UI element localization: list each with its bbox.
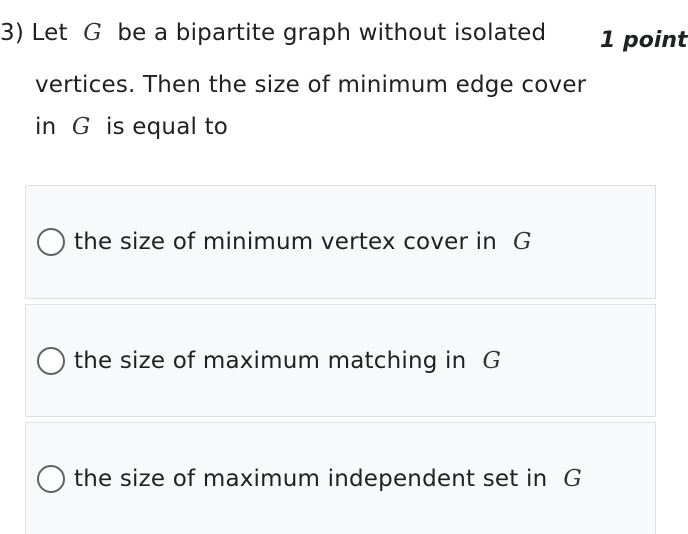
- option-text: the size of maximum independent set in: [74, 465, 548, 492]
- option-text: the size of minimum vertex cover in: [74, 229, 498, 255]
- answer-option-2[interactable]: the size of maximum matching in G: [25, 304, 656, 417]
- question-text-part: in: [35, 114, 57, 140]
- question-text-part: Let: [31, 20, 68, 46]
- option-label: the size of maximum independent set in G: [74, 466, 582, 492]
- question-text-part: is equal to: [105, 114, 229, 140]
- question-line-1: 3) Let G be a bipartite graph without is…: [0, 14, 600, 52]
- radio-button-icon[interactable]: [37, 228, 65, 256]
- radio-button-icon[interactable]: [37, 464, 65, 493]
- math-variable: G: [83, 20, 102, 46]
- math-variable: G: [482, 347, 502, 374]
- question-line-2: vertices. Then the size of minimum edge …: [35, 72, 587, 98]
- points-label: 1 point: [600, 28, 688, 53]
- option-label: the size of minimum vertex cover in G: [74, 229, 532, 255]
- radio-button-icon[interactable]: [37, 346, 65, 375]
- math-variable: G: [513, 229, 532, 255]
- question-line-3: in G is equal to: [0, 108, 600, 146]
- answer-option-3[interactable]: the size of maximum independent set in G: [25, 422, 656, 534]
- question-text: 3) Let G be a bipartite graph without is…: [0, 14, 600, 146]
- option-text: the size of maximum matching in: [74, 347, 467, 374]
- math-variable: G: [563, 465, 582, 492]
- option-label: the size of maximum matching in G: [74, 348, 501, 374]
- math-variable: G: [71, 114, 91, 140]
- question-text-part: be a bipartite graph without isolated: [117, 20, 547, 46]
- question-number: 3): [0, 20, 25, 46]
- answer-option-1[interactable]: the size of minimum vertex cover in G: [25, 185, 656, 299]
